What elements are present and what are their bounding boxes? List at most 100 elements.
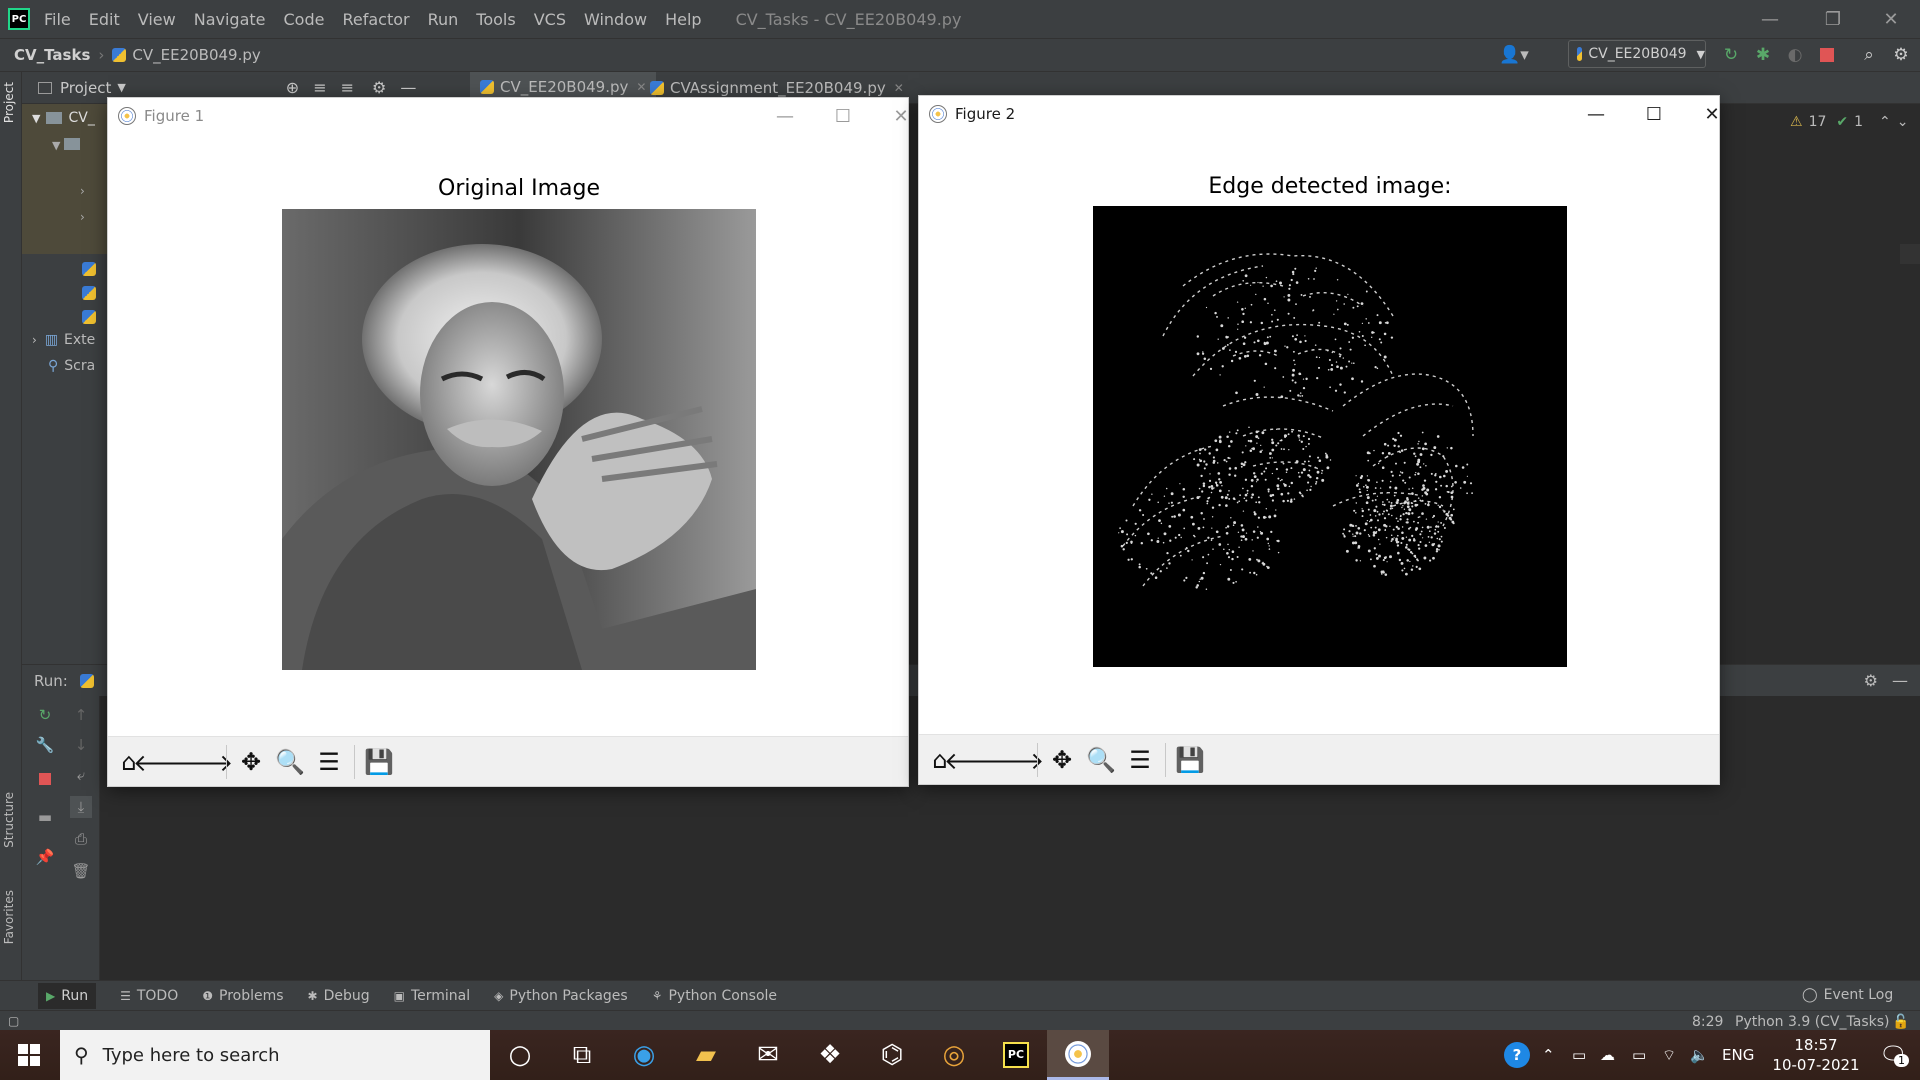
collapse-all-icon[interactable]: ≡	[341, 78, 354, 97]
stop-icon[interactable]	[1816, 44, 1838, 66]
debug-bug-icon[interactable]: ✱	[1752, 44, 1774, 66]
menu-vcs[interactable]: VCS	[534, 10, 566, 29]
settings-gear-icon[interactable]: ⚙	[1890, 44, 1912, 66]
tab-python-packages[interactable]: ◈ Python Packages	[494, 988, 628, 1004]
favorites-tool-tab[interactable]: Favorites	[2, 890, 16, 944]
pan-move-icon[interactable]: ✥	[1045, 743, 1079, 777]
scroll-to-end-icon[interactable]: ⤓	[70, 796, 92, 818]
ide-minimize-button[interactable]: —	[1745, 0, 1795, 38]
tab-terminal[interactable]: ▣ Terminal	[394, 988, 471, 1004]
clock[interactable]: 18:57 10-07-2021	[1770, 1030, 1862, 1080]
caret-position[interactable]: 8:29	[1692, 1014, 1723, 1030]
hide-run-panel-icon[interactable]: —	[1892, 671, 1908, 690]
configure-subplots-icon[interactable]: ☰	[312, 745, 346, 779]
project-tool-tab[interactable]: Project	[2, 82, 16, 123]
edge-detected-image[interactable]	[1093, 206, 1567, 667]
tree-python-file[interactable]	[82, 260, 102, 278]
menu-file[interactable]: File	[44, 10, 71, 29]
tree-collapsed-node[interactable]: ›	[80, 210, 85, 224]
minimize-button[interactable]: —	[761, 98, 809, 134]
tab-problems[interactable]: ❶ Problems	[202, 988, 283, 1004]
menu-run[interactable]: Run	[428, 10, 459, 29]
meet-now-icon[interactable]: ▭	[1572, 1030, 1586, 1080]
panel-settings-icon[interactable]: ⚙	[372, 78, 386, 97]
volume-icon[interactable]: 🔈	[1690, 1030, 1709, 1080]
breadcrumb-project[interactable]: CV_Tasks	[14, 46, 90, 64]
ide-restore-button[interactable]: ❐	[1808, 0, 1858, 38]
save-floppy-icon[interactable]: 💾	[1173, 743, 1207, 777]
trash-icon[interactable]: 🗑	[70, 860, 92, 882]
coverage-icon[interactable]: ◐	[1784, 44, 1806, 66]
menu-help[interactable]: Help	[665, 10, 701, 29]
python-run-icon[interactable]	[79, 673, 94, 688]
onedrive-cloud-icon[interactable]: ☁	[1600, 1030, 1615, 1080]
original-image[interactable]	[282, 209, 756, 670]
event-log-button[interactable]: ◯ Event Log	[1802, 987, 1893, 1003]
down-arrow-icon[interactable]: ↓	[70, 734, 92, 756]
locate-file-icon[interactable]: ⊕	[286, 78, 299, 97]
zoom-magnifier-icon[interactable]: 🔍	[273, 745, 307, 779]
dropbox-icon[interactable]: ❖	[799, 1030, 861, 1080]
lenovo-vantage-icon[interactable]: ⌬	[861, 1030, 923, 1080]
structure-tool-tab[interactable]: Structure	[2, 792, 16, 848]
expand-all-icon[interactable]: ≡	[313, 78, 326, 97]
tree-folder-node[interactable]: ▼	[52, 138, 80, 152]
ide-close-button[interactable]: ✕	[1866, 0, 1916, 38]
previous-highlight-icon[interactable]: ⌃	[1879, 114, 1891, 130]
wifi-icon[interactable]: ⌔	[1662, 1030, 1676, 1080]
show-hidden-icons-icon[interactable]: ⌃	[1542, 1030, 1555, 1080]
minimize-button[interactable]: —	[1572, 96, 1620, 132]
menu-edit[interactable]: Edit	[89, 10, 120, 29]
maximize-button[interactable]: ☐	[1630, 96, 1678, 132]
tab-python-console[interactable]: ⚘ Python Console	[652, 988, 777, 1004]
soft-wrap-icon[interactable]: ⤶	[70, 764, 92, 786]
layout-icon[interactable]: ▬	[34, 806, 56, 828]
help-icon[interactable]: ?	[1504, 1030, 1530, 1080]
edge-browser-icon[interactable]: ◉	[613, 1030, 675, 1080]
tree-collapsed-node[interactable]: ›	[80, 184, 85, 198]
menu-navigate[interactable]: Navigate	[194, 10, 266, 29]
pin-icon[interactable]: 📌	[34, 846, 56, 868]
rerun-icon[interactable]: ↻	[1720, 44, 1742, 66]
task-view-icon[interactable]: ⧉	[551, 1030, 613, 1080]
run-panel-settings-icon[interactable]: ⚙	[1864, 671, 1878, 690]
breadcrumb-file[interactable]: CV_EE20B049.py	[132, 46, 260, 64]
menu-window[interactable]: Window	[584, 10, 647, 29]
menu-view[interactable]: View	[138, 10, 176, 29]
stop-icon[interactable]	[34, 768, 56, 790]
mail-icon[interactable]: ✉	[737, 1030, 799, 1080]
tree-python-file[interactable]	[82, 308, 102, 326]
tree-python-file[interactable]	[82, 284, 102, 302]
pan-move-icon[interactable]: ✥	[234, 745, 268, 779]
start-button[interactable]	[0, 1030, 58, 1080]
menu-code[interactable]: Code	[284, 10, 325, 29]
inspection-widget[interactable]: ⚠ 17 ✔ 1 ⌃ ⌄	[1790, 114, 1909, 130]
chrome-browser-icon[interactable]: ◎	[923, 1030, 985, 1080]
save-floppy-icon[interactable]: 💾	[362, 745, 396, 779]
tree-root-node[interactable]: ▼ CV_	[32, 110, 95, 126]
battery-icon[interactable]: ▭	[1632, 1030, 1646, 1080]
tab-todo[interactable]: ☰ TODO	[120, 988, 178, 1004]
menu-refactor[interactable]: Refactor	[342, 10, 409, 29]
close-button[interactable]: ✕	[877, 98, 925, 134]
tree-external-libraries[interactable]: › ▥ Exte	[32, 332, 95, 348]
pycharm-taskbar-icon[interactable]: PC	[985, 1030, 1047, 1080]
file-explorer-icon[interactable]: ▰	[675, 1030, 737, 1080]
maximize-button[interactable]: ☐	[819, 98, 867, 134]
hide-panel-icon[interactable]: —	[400, 78, 416, 97]
close-tab-icon[interactable]: ✕	[894, 81, 904, 95]
up-arrow-icon[interactable]: ↑	[70, 704, 92, 726]
menu-tools[interactable]: Tools	[476, 10, 515, 29]
zoom-magnifier-icon[interactable]: 🔍	[1084, 743, 1118, 777]
input-language[interactable]: ENG	[1722, 1030, 1754, 1080]
python-interpreter[interactable]: Python 3.9 (CV_Tasks)	[1735, 1014, 1889, 1030]
user-account-icon[interactable]: 👤▾	[1497, 44, 1531, 66]
search-icon[interactable]: ⌕	[1858, 44, 1880, 66]
matplotlib-taskbar-icon[interactable]	[1047, 1030, 1109, 1080]
forward-arrow-icon[interactable]: 🡒	[169, 745, 233, 779]
next-highlight-icon[interactable]: ⌄	[1897, 114, 1909, 130]
notification-center-button[interactable]: 🗨 1	[1866, 1030, 1920, 1080]
wrench-icon[interactable]: 🔧	[34, 734, 56, 756]
tree-scratches[interactable]: ⚲ Scra	[48, 358, 95, 374]
project-panel-title[interactable]: Project	[60, 79, 111, 97]
